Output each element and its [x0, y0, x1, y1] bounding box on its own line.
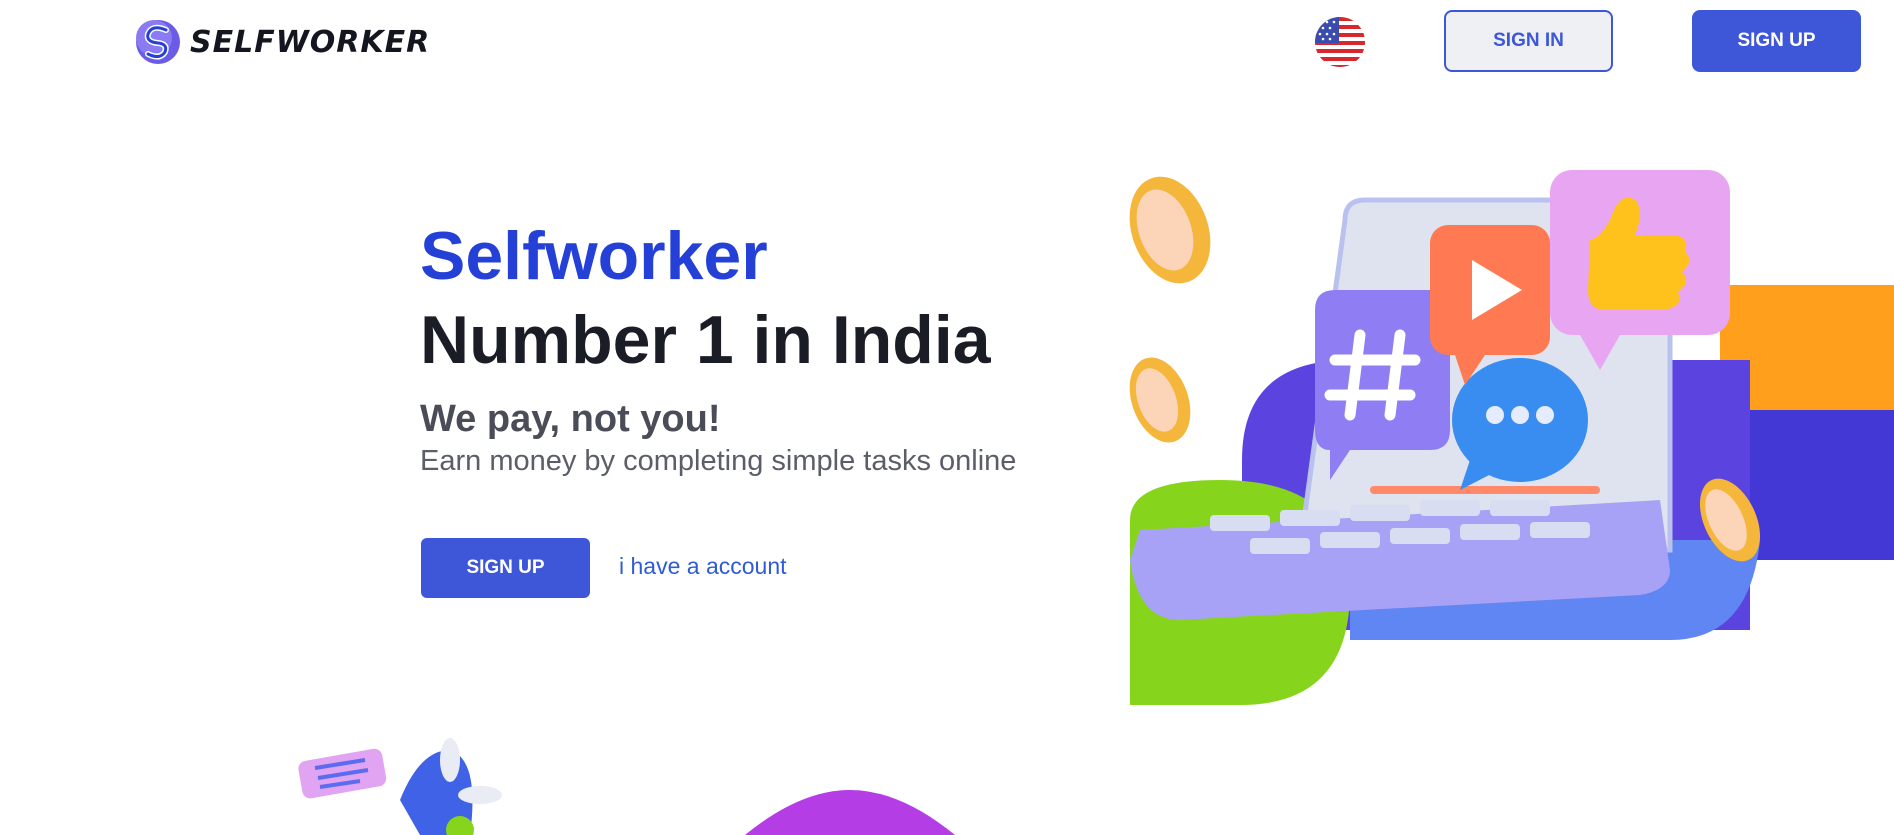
- bottom-illustration: [298, 738, 955, 835]
- logo-mark-icon: [136, 20, 180, 64]
- hero-illustration: [1129, 170, 1894, 705]
- sign-up-button[interactable]: SIGN UP: [1692, 10, 1861, 72]
- hero-subtitle: Earn money by completing simple tasks on…: [420, 445, 1017, 477]
- us-flag-icon: [1315, 17, 1365, 67]
- language-selector[interactable]: [1315, 17, 1365, 67]
- coin-icon: [1129, 176, 1211, 284]
- logo[interactable]: SELFWORKER: [132, 16, 430, 68]
- sign-in-button[interactable]: SIGN IN: [1444, 10, 1613, 72]
- have-account-link[interactable]: i have a account: [619, 553, 787, 580]
- megaphone-icon: [298, 738, 502, 835]
- hero-tagline: We pay, not you!: [420, 398, 721, 440]
- hero-sign-up-button[interactable]: SIGN UP: [421, 538, 590, 598]
- decorative-circle: [745, 790, 955, 835]
- hero-headline: Number 1 in India: [420, 302, 991, 378]
- logo-text: SELFWORKER: [190, 24, 431, 60]
- coin-icon: [1129, 357, 1191, 443]
- hero-brand: Selfworker: [420, 218, 768, 294]
